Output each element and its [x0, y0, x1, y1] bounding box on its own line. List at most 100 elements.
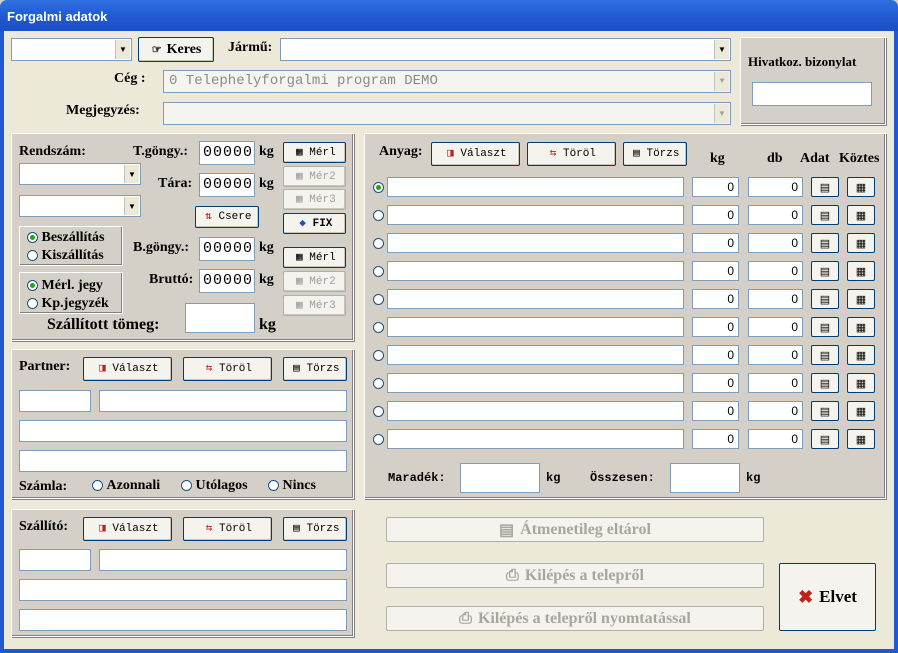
mer3-button-top[interactable]: ▦ Mér3 — [283, 189, 346, 210]
anyag-row-name-input[interactable] — [387, 401, 684, 421]
atmenetileg-eltarol-button[interactable]: ▤ Átmenetileg eltárol — [386, 517, 764, 542]
anyag-row-name-input[interactable] — [387, 233, 684, 253]
anyag-row-db-input[interactable]: 0 — [748, 233, 803, 253]
anyag-row-db-input[interactable]: 0 — [748, 373, 803, 393]
jarmu-combo[interactable]: ▼ — [280, 38, 731, 61]
anyag-row-kg-input[interactable]: 0 — [692, 205, 739, 225]
szallito-address-input-1[interactable] — [19, 579, 347, 601]
szallitott-tomeg-input[interactable] — [185, 303, 255, 333]
szallito-valaszt-button[interactable]: ◨ Választ — [83, 517, 172, 541]
szallito-address-input-2[interactable] — [19, 609, 347, 631]
partner-address-input-1[interactable] — [19, 420, 347, 442]
csere-button[interactable]: ⇅ Csere — [195, 206, 259, 228]
beszallitas-radio[interactable]: Beszállítás — [27, 230, 105, 246]
szamla-azonnali-radio[interactable]: Azonnali — [92, 478, 160, 494]
chevron-down-icon[interactable]: ▼ — [714, 40, 729, 59]
tgongy-input[interactable]: 00000 — [199, 141, 255, 165]
search-combo[interactable]: ▼ — [11, 38, 132, 61]
anyag-row-db-input[interactable]: 0 — [748, 401, 803, 421]
partner-name-input[interactable] — [99, 390, 347, 412]
anyag-row-radio[interactable] — [373, 236, 384, 252]
szallito-torzs-button[interactable]: ▤ Törzs — [283, 517, 347, 541]
anyag-row-name-input[interactable] — [387, 429, 684, 449]
szallito-torol-button[interactable]: ⇆ Töröl — [183, 517, 272, 541]
anyag-row-db-input[interactable]: 0 — [748, 317, 803, 337]
partner-valaszt-button[interactable]: ◨ Választ — [83, 357, 172, 381]
anyag-row-koztes-button[interactable]: ▦ — [847, 429, 875, 449]
anyag-row-kg-input[interactable]: 0 — [692, 429, 739, 449]
anyag-row-radio[interactable] — [373, 432, 384, 448]
brutto-input[interactable]: 00000 — [199, 269, 255, 293]
anyag-row-kg-input[interactable]: 0 — [692, 177, 739, 197]
anyag-row-name-input[interactable] — [387, 317, 684, 337]
szamla-nincs-radio[interactable]: Nincs — [268, 478, 316, 494]
mer1-button-bottom[interactable]: ▦ Mérl — [283, 247, 346, 268]
anyag-row-adat-button[interactable]: ▤ — [811, 429, 839, 449]
anyag-row-kg-input[interactable]: 0 — [692, 345, 739, 365]
anyag-row-adat-button[interactable]: ▤ — [811, 261, 839, 281]
anyag-row-koztes-button[interactable]: ▦ — [847, 233, 875, 253]
anyag-row-adat-button[interactable]: ▤ — [811, 177, 839, 197]
anyag-row-db-input[interactable]: 0 — [748, 289, 803, 309]
chevron-down-icon[interactable]: ▼ — [714, 72, 729, 91]
anyag-row-koztes-button[interactable]: ▦ — [847, 373, 875, 393]
merl-jegy-radio[interactable]: Mérl. jegy — [27, 278, 103, 294]
chevron-down-icon[interactable]: ▼ — [115, 40, 130, 59]
anyag-row-kg-input[interactable]: 0 — [692, 401, 739, 421]
anyag-row-adat-button[interactable]: ▤ — [811, 317, 839, 337]
szallito-code-input[interactable] — [19, 549, 91, 571]
ceg-combo[interactable]: 0 Telephelyforgalmi program DEMO ▼ — [163, 70, 731, 93]
mer2-button-bottom[interactable]: ▦ Mér2 — [283, 271, 346, 292]
anyag-row-name-input[interactable] — [387, 177, 684, 197]
anyag-row-adat-button[interactable]: ▤ — [811, 401, 839, 421]
fix-button[interactable]: ◆ FIX — [283, 213, 346, 234]
anyag-row-name-input[interactable] — [387, 205, 684, 225]
osszesen-input[interactable] — [670, 463, 740, 493]
mer3-button-bottom[interactable]: ▦ Mér3 — [283, 295, 346, 316]
partner-code-input[interactable] — [19, 390, 91, 412]
partner-torzs-button[interactable]: ▤ Törzs — [283, 357, 347, 381]
bgongy-input[interactable]: 00000 — [199, 237, 255, 261]
anyag-row-adat-button[interactable]: ▤ — [811, 345, 839, 365]
anyag-row-koztes-button[interactable]: ▦ — [847, 261, 875, 281]
anyag-row-radio[interactable] — [373, 404, 384, 420]
search-button[interactable]: ☞ Keres — [138, 37, 214, 62]
hivatkoz-input[interactable] — [752, 82, 872, 106]
mer1-button-top[interactable]: ▦ Mérl — [283, 142, 346, 163]
kiszallitas-radio[interactable]: Kiszállítás — [27, 248, 104, 264]
anyag-row-koztes-button[interactable]: ▦ — [847, 205, 875, 225]
szallito-name-input[interactable] — [99, 549, 347, 571]
anyag-row-name-input[interactable] — [387, 345, 684, 365]
anyag-row-radio[interactable] — [373, 376, 384, 392]
anyag-row-adat-button[interactable]: ▤ — [811, 205, 839, 225]
anyag-valaszt-button[interactable]: ◨ Választ — [431, 142, 520, 166]
anyag-row-koztes-button[interactable]: ▦ — [847, 401, 875, 421]
maradek-input[interactable] — [460, 463, 540, 493]
anyag-row-db-input[interactable]: 0 — [748, 429, 803, 449]
anyag-row-name-input[interactable] — [387, 373, 684, 393]
chevron-down-icon[interactable]: ▼ — [124, 197, 139, 215]
anyag-torol-button[interactable]: ⇆ Töröl — [527, 142, 616, 166]
anyag-row-koztes-button[interactable]: ▦ — [847, 289, 875, 309]
kilepes-nyomtatas-button[interactable]: ⎙ Kilépés a telepről nyomtatással — [386, 606, 764, 631]
anyag-row-kg-input[interactable]: 0 — [692, 373, 739, 393]
kp-jegyzek-radio[interactable]: Kp.jegyzék — [27, 296, 109, 312]
anyag-row-adat-button[interactable]: ▤ — [811, 373, 839, 393]
anyag-row-koztes-button[interactable]: ▦ — [847, 345, 875, 365]
anyag-torzs-button[interactable]: ▤ Törzs — [623, 142, 687, 166]
anyag-row-radio[interactable] — [373, 348, 384, 364]
anyag-row-koztes-button[interactable]: ▦ — [847, 317, 875, 337]
anyag-row-koztes-button[interactable]: ▦ — [847, 177, 875, 197]
chevron-down-icon[interactable]: ▼ — [714, 104, 729, 123]
szamla-utolagos-radio[interactable]: Utólagos — [181, 478, 248, 494]
anyag-row-radio[interactable] — [373, 292, 384, 308]
kilepes-button[interactable]: ⎙ Kilépés a telepről — [386, 563, 764, 588]
rendszam-combo-1[interactable]: ▼ — [19, 163, 141, 185]
anyag-row-radio[interactable] — [373, 264, 384, 280]
anyag-row-kg-input[interactable]: 0 — [692, 261, 739, 281]
anyag-row-name-input[interactable] — [387, 289, 684, 309]
megjegyzes-combo[interactable]: ▼ — [163, 102, 731, 125]
anyag-row-radio[interactable] — [373, 180, 384, 196]
anyag-row-kg-input[interactable]: 0 — [692, 233, 739, 253]
tara-input[interactable]: 00000 — [199, 173, 255, 197]
